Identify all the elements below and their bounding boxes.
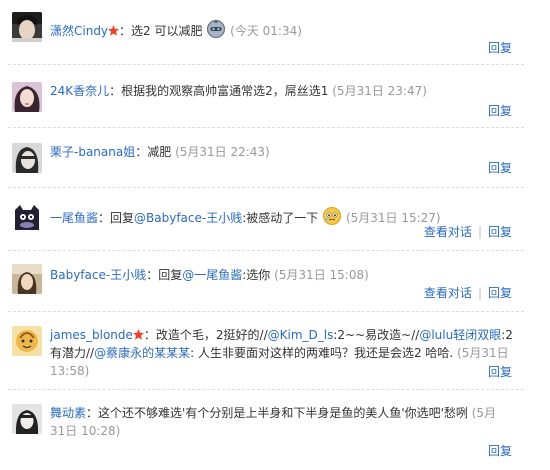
comment-actions: 查看对话 | 回复 bbox=[424, 224, 512, 240]
comment-time: (5月31日 23:47) bbox=[332, 84, 427, 98]
comment-list: 潇然Cindy ：选2 可以减肥 (今天 01:34) 回复 24K香奈儿：根据… bbox=[0, 0, 550, 470]
avatar[interactable] bbox=[12, 202, 42, 232]
view-conversation-link[interactable]: 查看对话 bbox=[424, 225, 472, 239]
vip-badge-icon bbox=[108, 25, 120, 36]
comment-text: ：选2 可以减肥 bbox=[119, 24, 203, 38]
comment-text: :2~~易改造~// bbox=[333, 328, 420, 342]
mention-link[interactable]: @Kim_D_ls bbox=[268, 328, 334, 342]
comment-time: (5月31日 15:08) bbox=[274, 268, 369, 282]
divider bbox=[8, 127, 524, 128]
avatar[interactable] bbox=[12, 82, 42, 112]
comment-content: 潇然Cindy ：选2 可以减肥 (今天 01:34) bbox=[50, 19, 520, 44]
comment-actions: 回复 bbox=[488, 103, 512, 119]
tearful-face-icon bbox=[322, 206, 342, 231]
avatar[interactable] bbox=[12, 12, 42, 42]
avatar[interactable] bbox=[12, 404, 42, 434]
divider bbox=[8, 250, 524, 251]
comment-text: ：改造个毛，2挺好的// bbox=[143, 328, 268, 342]
comment-text: ：根据我的观察高帅富通常选2，屌丝选1 bbox=[109, 84, 329, 98]
comment-username[interactable]: james_blonde bbox=[50, 328, 133, 342]
reply-button[interactable]: 回复 bbox=[488, 104, 512, 118]
divider bbox=[8, 311, 524, 312]
comment-content: 舞动素：这个还不够难选'有个分别是上半身和下半身是鱼的美人鱼'你选吧'愁咧 (5… bbox=[50, 404, 500, 440]
mention-link[interactable]: @lulu轻闭双眼 bbox=[419, 328, 501, 342]
comment-content: 24K香奈儿：根据我的观察高帅富通常选2，屌丝选1 (5月31日 23:47) bbox=[50, 82, 520, 100]
reply-prefix: ：回复 bbox=[146, 268, 183, 282]
comment-time: (5月31日 22:43) bbox=[175, 145, 270, 159]
comment-actions: 回复 bbox=[488, 160, 512, 176]
robot-face-icon bbox=[206, 19, 226, 44]
divider bbox=[8, 64, 524, 65]
comment-username[interactable]: 24K香奈儿 bbox=[50, 84, 109, 98]
mention-link[interactable]: @Babyface-王小贱 bbox=[134, 211, 242, 225]
comment-username[interactable]: 一尾鱼酱 bbox=[50, 211, 98, 225]
comment-time: (5月31日 15:27) bbox=[345, 211, 441, 225]
reply-button[interactable]: 回复 bbox=[488, 225, 512, 239]
comment-username[interactable]: 潇然Cindy bbox=[50, 24, 108, 38]
comment-actions: 回复 bbox=[488, 40, 512, 56]
reply-button[interactable]: 回复 bbox=[488, 444, 512, 458]
comment-content: 栗子-banana姐：减肥 (5月31日 22:43) bbox=[50, 143, 520, 161]
comment-content: james_blonde ：改造个毛，2挺好的//@Kim_D_ls:2~~易改造… bbox=[50, 326, 520, 380]
reply-button[interactable]: 回复 bbox=[488, 365, 512, 379]
comment-actions: 回复 bbox=[488, 364, 512, 380]
comment-username[interactable]: 栗子-banana姐 bbox=[50, 145, 135, 159]
comment-text: :选你 bbox=[242, 268, 271, 282]
comment-text: ：减肥 bbox=[135, 145, 172, 159]
avatar[interactable] bbox=[12, 264, 42, 294]
comment-content: Babyface-王小贱：回复@一尾鱼酱:选你 (5月31日 15:08) bbox=[50, 266, 520, 284]
comment-username[interactable]: 舞动素 bbox=[50, 406, 86, 420]
avatar[interactable] bbox=[12, 143, 42, 173]
divider bbox=[8, 389, 524, 390]
vip-badge-icon bbox=[132, 329, 144, 340]
comment-time: (今天 01:34) bbox=[230, 24, 302, 38]
action-separator: | bbox=[477, 286, 482, 300]
comment-actions: 查看对话 | 回复 bbox=[424, 285, 512, 301]
comment-actions: 回复 bbox=[488, 443, 512, 459]
mention-link[interactable]: @一尾鱼酱 bbox=[182, 268, 242, 282]
comment-text: :被感动了一下 bbox=[242, 211, 319, 225]
reply-button[interactable]: 回复 bbox=[488, 41, 512, 55]
comment-username[interactable]: Babyface-王小贱 bbox=[50, 268, 146, 282]
avatar[interactable] bbox=[12, 326, 42, 356]
divider bbox=[8, 187, 524, 188]
reply-button[interactable]: 回复 bbox=[488, 286, 512, 300]
reply-button[interactable]: 回复 bbox=[488, 161, 512, 175]
reply-prefix: ：回复 bbox=[98, 211, 135, 225]
comment-text: : 人生非要面对这样的两难吗？我还是会选2 哈哈. bbox=[190, 346, 454, 360]
action-separator: | bbox=[477, 225, 482, 239]
view-conversation-link[interactable]: 查看对话 bbox=[424, 286, 472, 300]
mention-link[interactable]: @蔡康永的某某某 bbox=[94, 346, 190, 360]
comment-text: ：这个还不够难选'有个分别是上半身和下半身是鱼的美人鱼'你选吧'愁咧 bbox=[86, 406, 468, 420]
